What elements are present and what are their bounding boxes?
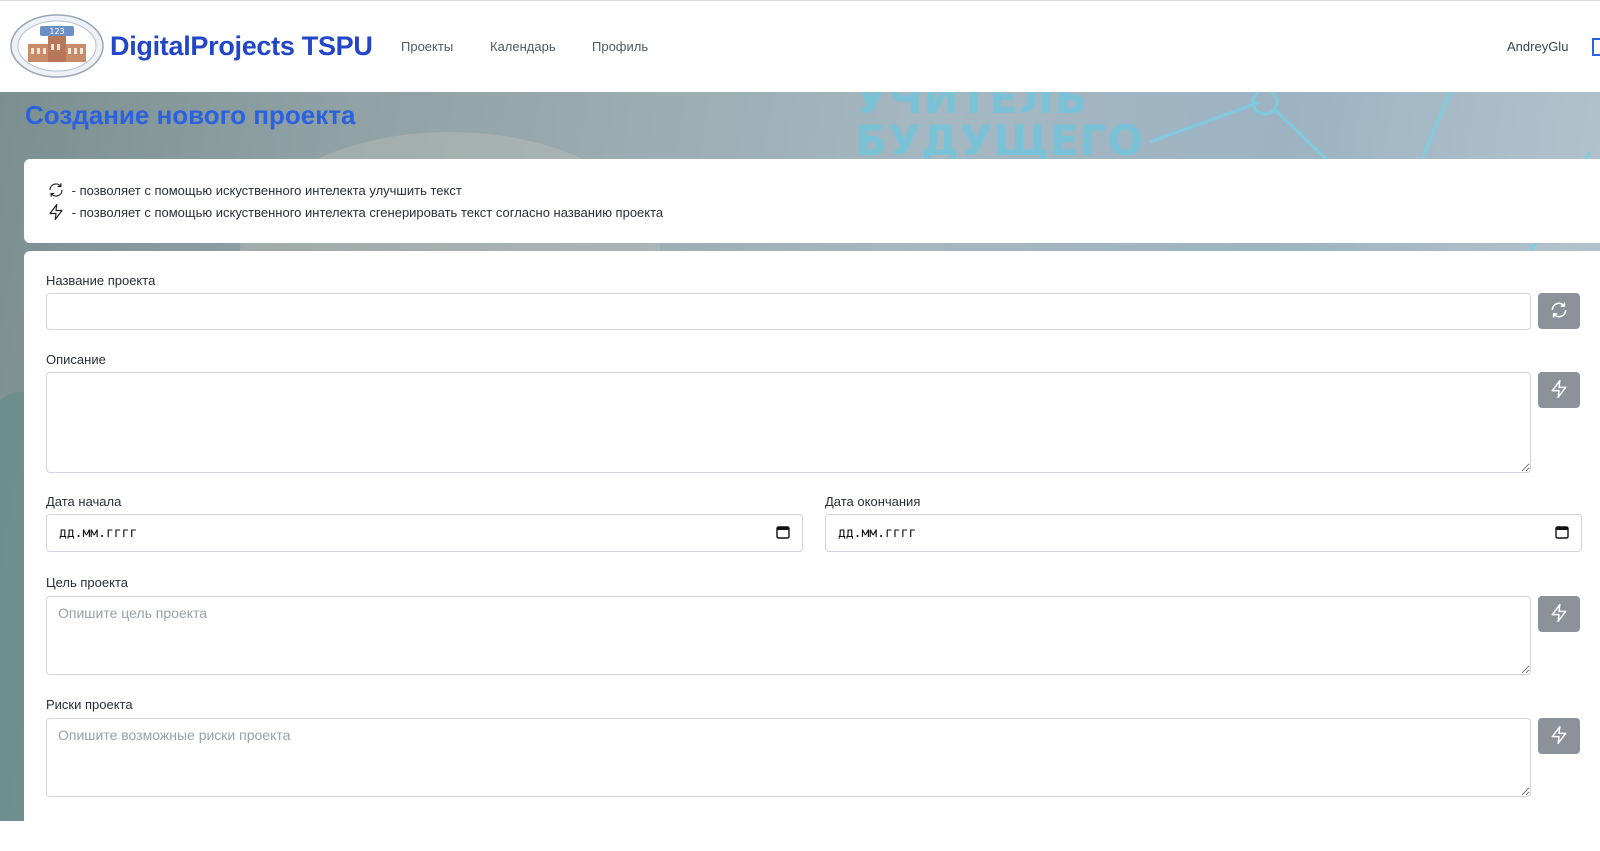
end-date-label: Дата окончания — [825, 494, 921, 509]
project-name-input[interactable] — [46, 293, 1531, 330]
end-date-input[interactable]: дд.мм.гггг — [825, 514, 1582, 552]
logout-icon[interactable] — [1590, 37, 1600, 57]
calendar-icon[interactable] — [1555, 525, 1569, 542]
svg-text:123: 123 — [49, 27, 64, 36]
start-date-value: дд.мм.гггг — [59, 525, 138, 541]
nav-profile[interactable]: Профиль — [592, 39, 648, 54]
risks-label: Риски проекта — [46, 697, 133, 712]
hint-text: - позволяет с помощью искуственного инте… — [71, 205, 664, 220]
end-date-value: дд.мм.гггг — [838, 525, 917, 541]
risks-textarea[interactable] — [46, 718, 1531, 797]
hint-text: - позволяет с помощью искуственного инте… — [71, 183, 462, 198]
description-textarea[interactable] — [46, 372, 1531, 473]
lightning-icon — [1549, 725, 1569, 748]
generate-risks-button[interactable] — [1538, 718, 1580, 754]
hint-generate: - позволяет с помощью искуственного инте… — [46, 203, 663, 221]
project-form: Название проекта Описание Дата начала дд… — [24, 251, 1600, 851]
generate-goal-button[interactable] — [1538, 596, 1580, 632]
brand-title[interactable]: DigitalProjects TSPU — [110, 31, 373, 62]
generate-description-button[interactable] — [1538, 372, 1580, 408]
refresh-icon — [46, 183, 72, 198]
page-title: Создание нового проекта — [25, 100, 356, 130]
refresh-icon — [1549, 300, 1569, 323]
username-label[interactable]: AndreyGlu — [1507, 39, 1568, 54]
top-navbar: 123 DigitalProjects TSPU Проекты Календа… — [0, 0, 1600, 92]
goal-textarea[interactable] — [46, 596, 1531, 675]
university-logo[interactable]: 123 — [10, 14, 104, 78]
lightning-icon — [46, 203, 72, 221]
description-label: Описание — [46, 352, 106, 367]
start-date-label: Дата начала — [46, 494, 122, 509]
improve-name-button[interactable] — [1538, 293, 1580, 329]
goal-label: Цель проекта — [46, 575, 128, 590]
ai-hints-card: - позволяет с помощью искуственного инте… — [24, 159, 1600, 243]
banner-text: БУДУЩЕГО — [855, 116, 1145, 165]
project-name-label: Название проекта — [46, 273, 156, 288]
nav-calendar[interactable]: Календарь — [490, 39, 556, 54]
lightning-icon — [1549, 603, 1569, 626]
lightning-icon — [1549, 379, 1569, 402]
calendar-icon[interactable] — [776, 525, 790, 542]
hint-improve: - позволяет с помощью искуственного инте… — [46, 181, 462, 199]
start-date-input[interactable]: дд.мм.гггг — [46, 514, 803, 552]
nav-projects[interactable]: Проекты — [401, 39, 453, 54]
